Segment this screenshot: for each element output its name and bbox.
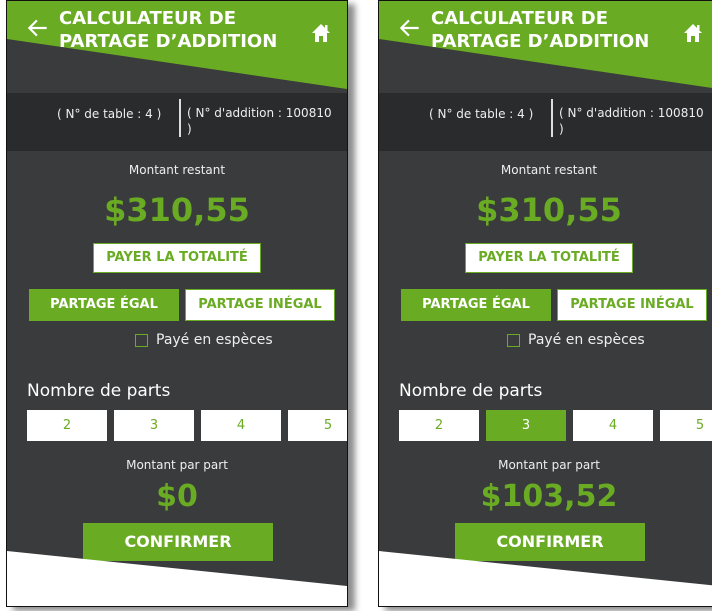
home-icon[interactable] [309,21,333,45]
page-title: CALCULATEUR DE PARTAGE D’ADDITION [59,7,289,53]
per-part-amount: $103,52 [480,479,618,514]
unequal-split-button[interactable]: PARTAGE INÉGAL [557,289,707,321]
pay-all-button[interactable]: PAYER LA TOTALITÉ [93,243,261,273]
cash-payment-option[interactable]: Payé en espèces [507,332,645,348]
equal-split-button[interactable]: PARTAGE ÉGAL [401,289,551,321]
part-option-3[interactable]: 3 [486,410,566,441]
part-option-2[interactable]: 2 [27,410,107,441]
part-option-4[interactable]: 4 [573,410,653,441]
phone-screen-left: CALCULATEUR DE PARTAGE D’ADDITION ( N° d… [6,0,348,607]
cash-label: Payé en espèces [528,332,645,348]
remaining-label: Montant restant [128,163,226,177]
parts-selector: 2 3 4 5 [399,410,712,441]
unequal-split-button[interactable]: PARTAGE INÉGAL [185,289,335,321]
pay-all-button[interactable]: PAYER LA TOTALITÉ [465,243,633,273]
cash-payment-option[interactable]: Payé en espèces [135,332,273,348]
cash-checkbox[interactable] [135,333,148,347]
parts-selector: 2 3 4 5 [27,410,347,441]
back-arrow-icon[interactable] [25,15,51,41]
per-part-label: Montant par part [126,458,228,472]
page-title: CALCULATEUR DE PARTAGE D’ADDITION [431,7,661,53]
part-option-5[interactable]: 5 [660,410,712,441]
per-part-label: Montant par part [498,458,600,472]
cash-label: Payé en espèces [156,332,273,348]
divider [551,99,553,137]
remaining-amount: $310,55 [476,191,622,229]
phone-screen-right: CALCULATEUR DE PARTAGE D’ADDITION ( N° d… [378,0,712,607]
per-part-amount: $0 [156,479,198,514]
title-line-2: PARTAGE D’ADDITION [59,31,278,52]
table-info-strip: ( N° de table : 4 ) ( N° d'addition : 10… [379,93,712,151]
table-info-strip: ( N° de table : 4 ) ( N° d'addition : 10… [7,93,347,151]
confirm-button[interactable]: CONFIRMER [83,523,273,561]
remaining-label: Montant restant [500,163,598,177]
equal-split-button[interactable]: PARTAGE ÉGAL [29,289,179,321]
part-option-3[interactable]: 3 [114,410,194,441]
parts-heading: Nombre de parts [399,381,543,401]
home-icon[interactable] [681,21,705,45]
part-option-2[interactable]: 2 [399,410,479,441]
back-arrow-icon[interactable] [397,15,423,41]
cash-checkbox[interactable] [507,333,520,347]
bill-number: ( N° d'addition : 100810 ) [187,106,332,136]
title-line-1: CALCULATEUR DE [59,8,236,29]
table-number: ( N° de table : 4 ) [429,107,534,121]
confirm-button[interactable]: CONFIRMER [455,523,645,561]
divider [179,99,181,137]
part-option-5[interactable]: 5 [288,410,347,441]
title-line-2: PARTAGE D’ADDITION [431,31,650,52]
part-option-4[interactable]: 4 [201,410,281,441]
bill-number: ( N° d'addition : 100810 ) [559,106,704,136]
parts-heading: Nombre de parts [27,381,171,401]
title-line-1: CALCULATEUR DE [431,8,608,29]
table-number: ( N° de table : 4 ) [57,107,162,121]
remaining-amount: $310,55 [104,191,250,229]
